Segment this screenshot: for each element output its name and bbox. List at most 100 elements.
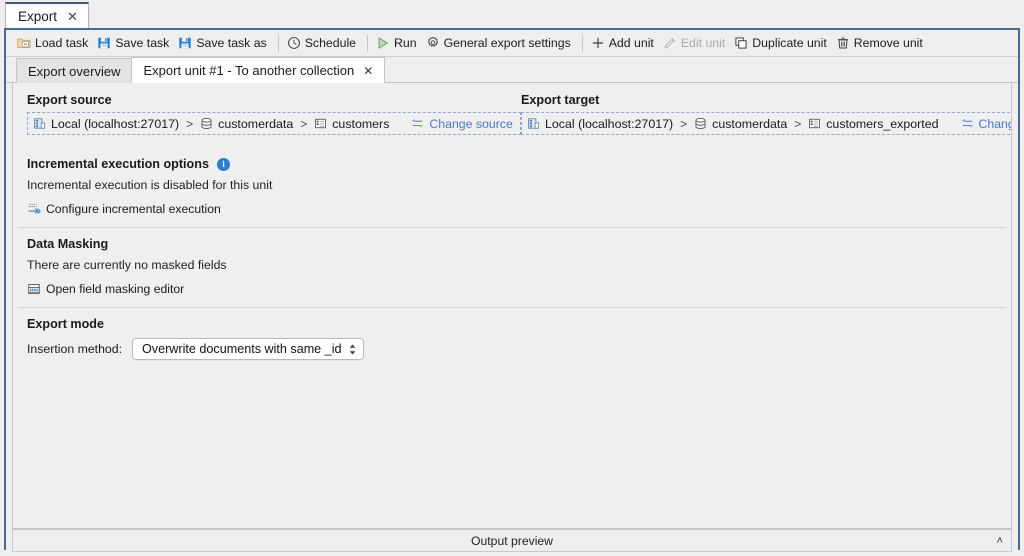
change-source-link[interactable]: Change source xyxy=(411,117,512,131)
info-icon[interactable]: i xyxy=(217,158,230,171)
save-task-button[interactable]: Save task xyxy=(94,33,175,54)
export-source-heading: Export source xyxy=(27,93,521,107)
configure-incremental-label: Configure incremental execution xyxy=(46,202,221,216)
schedule-label: Schedule xyxy=(305,36,356,50)
add-unit-label: Add unit xyxy=(609,36,654,50)
content-frame: Load task Save task xyxy=(4,28,1020,550)
open-field-masking-label: Open field masking editor xyxy=(46,282,184,296)
run-label: Run xyxy=(394,36,417,50)
save-task-as-label: Save task as xyxy=(196,36,266,50)
export-target-heading: Export target xyxy=(521,93,1012,107)
server-rack-icon xyxy=(527,117,540,130)
database-cylinder-icon xyxy=(694,117,707,130)
general-export-settings-button[interactable]: General export settings xyxy=(423,33,577,54)
change-target-label: Change target xyxy=(979,117,1013,131)
remove-unit-label: Remove unit xyxy=(854,36,923,50)
schedule-button[interactable]: Schedule xyxy=(284,33,362,54)
source-collection-label: customers xyxy=(332,117,389,131)
add-unit-button[interactable]: Add unit xyxy=(588,33,660,54)
target-collection[interactable]: customers_exported xyxy=(808,117,938,131)
window-tab-label: Export xyxy=(18,9,57,24)
edit-unit-button: Edit unit xyxy=(660,33,731,54)
save-task-as-button[interactable]: Save task as xyxy=(175,33,272,54)
gear-icon xyxy=(426,36,440,50)
source-collection[interactable]: customers xyxy=(314,117,389,131)
source-server-label: Local (localhost:27017) xyxy=(51,117,179,131)
duplicate-unit-button[interactable]: Duplicate unit xyxy=(731,33,833,54)
close-icon[interactable]: ✕ xyxy=(363,64,373,78)
export-source-section: Export source Local (localh xyxy=(27,83,521,135)
collection-grid-icon xyxy=(808,117,821,130)
change-target-link[interactable]: Change target xyxy=(961,117,1013,131)
change-source-label: Change source xyxy=(429,117,512,131)
incremental-heading: Incremental execution options xyxy=(27,157,209,171)
load-task-label: Load task xyxy=(35,36,88,50)
breadcrumb-separator: > xyxy=(680,117,687,131)
incremental-heading-row: Incremental execution options i xyxy=(27,157,997,171)
select-arrows-icon xyxy=(348,343,357,356)
duplicate-unit-label: Duplicate unit xyxy=(752,36,827,50)
insertion-method-row: Insertion method: Overwrite documents wi… xyxy=(27,338,997,360)
data-masking-status: There are currently no masked fields xyxy=(27,258,997,272)
duplicate-squares-icon xyxy=(734,36,748,50)
incremental-execution-section: Incremental execution options i Incremen… xyxy=(13,147,1011,227)
general-export-settings-label: General export settings xyxy=(444,36,571,50)
target-server[interactable]: Local (localhost:27017) xyxy=(527,117,673,131)
breadcrumb-separator: > xyxy=(186,117,193,131)
target-database[interactable]: customerdata xyxy=(694,117,787,131)
remove-unit-button[interactable]: Remove unit xyxy=(833,33,929,54)
clock-icon xyxy=(287,36,301,50)
run-button[interactable]: Run xyxy=(373,33,423,54)
toolbar: Load task Save task xyxy=(6,30,1018,57)
data-masking-heading: Data Masking xyxy=(27,237,997,251)
source-database[interactable]: customerdata xyxy=(200,117,293,131)
export-window: Export ✕ Load task xyxy=(0,0,1024,556)
data-masking-section: Data Masking There are currently no mask… xyxy=(13,227,1011,307)
swap-arrows-icon xyxy=(961,118,974,129)
toolbar-divider xyxy=(367,35,368,52)
breadcrumb-separator: > xyxy=(300,117,307,131)
tab-export-unit-1[interactable]: Export unit #1 - To another collection ✕ xyxy=(131,57,385,83)
load-task-button[interactable]: Load task xyxy=(14,33,94,54)
output-preview-bar[interactable]: Output preview ˄ xyxy=(12,529,1012,552)
export-target-breadcrumb[interactable]: Local (localhost:27017) > customerdata xyxy=(521,112,1012,135)
window-tab-export[interactable]: Export ✕ xyxy=(5,2,89,29)
close-icon[interactable]: ✕ xyxy=(67,10,78,23)
incremental-status: Incremental execution is disabled for th… xyxy=(27,178,997,192)
unit-panel-body: Export source Local (localh xyxy=(12,83,1012,529)
floppy-disk-icon xyxy=(178,36,192,50)
mask-editor-icon xyxy=(27,282,41,296)
insertion-method-value: Overwrite documents with same _id xyxy=(142,342,348,356)
trash-icon xyxy=(836,36,850,50)
target-collection-label: customers_exported xyxy=(826,117,938,131)
tab-export-overview-label: Export overview xyxy=(28,64,120,79)
export-source-breadcrumb[interactable]: Local (localhost:27017) > customerdata xyxy=(27,112,521,135)
pencil-icon xyxy=(663,36,677,50)
open-field-masking-editor-link[interactable]: Open field masking editor xyxy=(27,282,997,296)
plus-icon xyxy=(591,36,605,50)
swap-arrows-icon xyxy=(411,118,424,129)
export-target-section: Export target Local (localh xyxy=(521,83,1012,135)
export-mode-heading: Export mode xyxy=(27,317,997,331)
collection-grid-icon xyxy=(314,117,327,130)
unit-panel: Export source Local (localh xyxy=(6,83,1018,552)
database-cylinder-icon xyxy=(200,117,213,130)
breadcrumb-separator: > xyxy=(794,117,801,131)
window-tabbar: Export ✕ xyxy=(0,0,1024,29)
chevron-up-icon[interactable]: ˄ xyxy=(997,535,1003,547)
source-server[interactable]: Local (localhost:27017) xyxy=(33,117,179,131)
server-rack-icon xyxy=(33,117,46,130)
insertion-method-select[interactable]: Overwrite documents with same _id xyxy=(132,338,364,360)
unit-tabbar: Export overview Export unit #1 - To anot… xyxy=(6,57,1018,83)
tab-export-unit-1-label: Export unit #1 - To another collection xyxy=(143,63,354,78)
floppy-disk-icon xyxy=(97,36,111,50)
output-preview-label: Output preview xyxy=(471,534,553,548)
edit-unit-label: Edit unit xyxy=(681,36,725,50)
target-database-label: customerdata xyxy=(712,117,787,131)
toolbar-divider xyxy=(278,35,279,52)
configure-incremental-execution-link[interactable]: Configure incremental execution xyxy=(27,202,997,216)
export-mode-section: Export mode Insertion method: Overwrite … xyxy=(13,307,1011,371)
source-database-label: customerdata xyxy=(218,117,293,131)
tab-export-overview[interactable]: Export overview xyxy=(16,58,132,83)
source-target-row: Export source Local (localh xyxy=(13,83,1011,135)
